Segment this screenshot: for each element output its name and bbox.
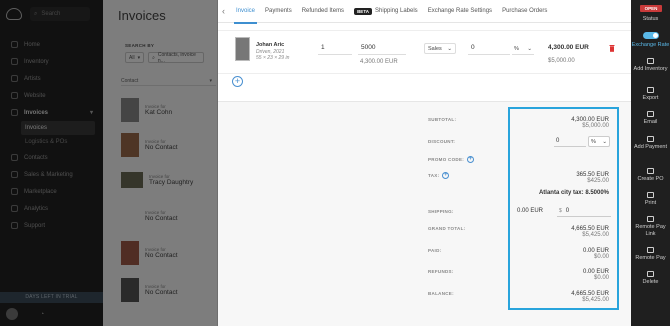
trash-icon[interactable] (609, 44, 615, 52)
line-item-row: Johan Aric Driven, 2021 55 × 23 × 29 in … (218, 30, 631, 74)
add-tax-button[interactable]: + (442, 172, 450, 179)
chevron-down-icon: ⌄ (527, 45, 532, 52)
grand-total-label: GRAND TOTAL: (428, 226, 466, 231)
back-arrow-icon[interactable]: ‹ (222, 6, 225, 16)
paid-label: PAID: (428, 248, 442, 253)
email-icon (647, 111, 654, 117)
add-line-item-button[interactable]: + (232, 76, 243, 87)
artwork-artist: Johan Aric (256, 42, 285, 48)
add-payment-button[interactable]: Add Payment (631, 136, 670, 151)
line-total: 4,300.00 EUR (548, 44, 589, 51)
price-input[interactable]: 5000 (358, 43, 406, 55)
line-discount-unit-select[interactable]: % ⌄ (512, 43, 534, 55)
export-button[interactable]: Export (631, 87, 670, 102)
toggle-icon (642, 32, 659, 39)
create-po-button[interactable]: Create PO (631, 168, 670, 183)
status-button[interactable]: Status (631, 16, 670, 23)
remote-pay-link-icon (647, 216, 654, 222)
balance-label: BALANCE: (428, 291, 454, 296)
quantity-input[interactable]: 1 (318, 43, 352, 55)
tab-shipping-labels[interactable]: BETA Shipping Labels (349, 0, 423, 23)
refunds-label: REFUNDS: (428, 269, 454, 274)
tab-purchase-orders[interactable]: Purchase Orders (497, 0, 552, 23)
print-button[interactable]: Print (631, 192, 670, 207)
email-button[interactable]: Email (631, 111, 670, 126)
artwork-dimensions: 55 × 23 × 29 in (256, 55, 290, 61)
totals-highlight-box (508, 107, 619, 310)
promo-code-row: PROMO CODE: + (428, 156, 475, 163)
tab-exchange-rate-settings[interactable]: Exchange Rate Settings (423, 0, 497, 23)
discount-label: DISCOUNT: (428, 139, 456, 144)
subtotal-label: SUBTOTAL: (428, 117, 457, 122)
line-total-usd: $5,000.00 (548, 58, 575, 64)
shipping-label: SHIPPING: (428, 209, 454, 214)
exchange-rate-toggle[interactable]: Exchange Rate (631, 32, 670, 49)
beta-badge: BETA (354, 7, 372, 15)
add-inventory-button[interactable]: Add Inventory (631, 58, 670, 73)
modal-backdrop[interactable] (0, 0, 218, 326)
delete-button[interactable]: Delete (631, 271, 670, 286)
chevron-down-icon: ⌄ (447, 45, 452, 52)
add-inventory-icon (647, 58, 654, 64)
artwork-thumbnail[interactable] (235, 37, 250, 61)
line-discount-input[interactable]: 0 (468, 43, 510, 55)
invoice-detail-panel: ‹ Invoice Payments Refunded Items BETA S… (218, 0, 631, 326)
add-promo-code-button[interactable]: + (467, 156, 475, 163)
tab-refunded-items[interactable]: Refunded Items (297, 0, 349, 23)
remote-pay-button[interactable]: Remote Pay (631, 247, 670, 262)
export-icon (647, 87, 654, 93)
add-payment-icon (647, 136, 654, 142)
sale-type-select[interactable]: Sales ⌄ (424, 43, 456, 54)
remote-pay-link-button[interactable]: Remote Pay Link (631, 216, 670, 237)
status-badge[interactable]: OPEN (640, 5, 662, 12)
tab-invoice[interactable]: Invoice (231, 0, 260, 24)
actions-bar: OPEN Status Exchange Rate Add Inventory … (631, 0, 670, 326)
tax-row: TAX: + (428, 172, 450, 179)
print-icon (647, 192, 654, 198)
trash-icon (647, 271, 654, 277)
price-converted: 4,300.00 EUR (360, 59, 398, 65)
tab-payments[interactable]: Payments (260, 0, 297, 23)
tab-bar: ‹ Invoice Payments Refunded Items BETA S… (218, 0, 631, 24)
remote-pay-icon (647, 247, 654, 253)
create-po-icon (647, 168, 654, 174)
